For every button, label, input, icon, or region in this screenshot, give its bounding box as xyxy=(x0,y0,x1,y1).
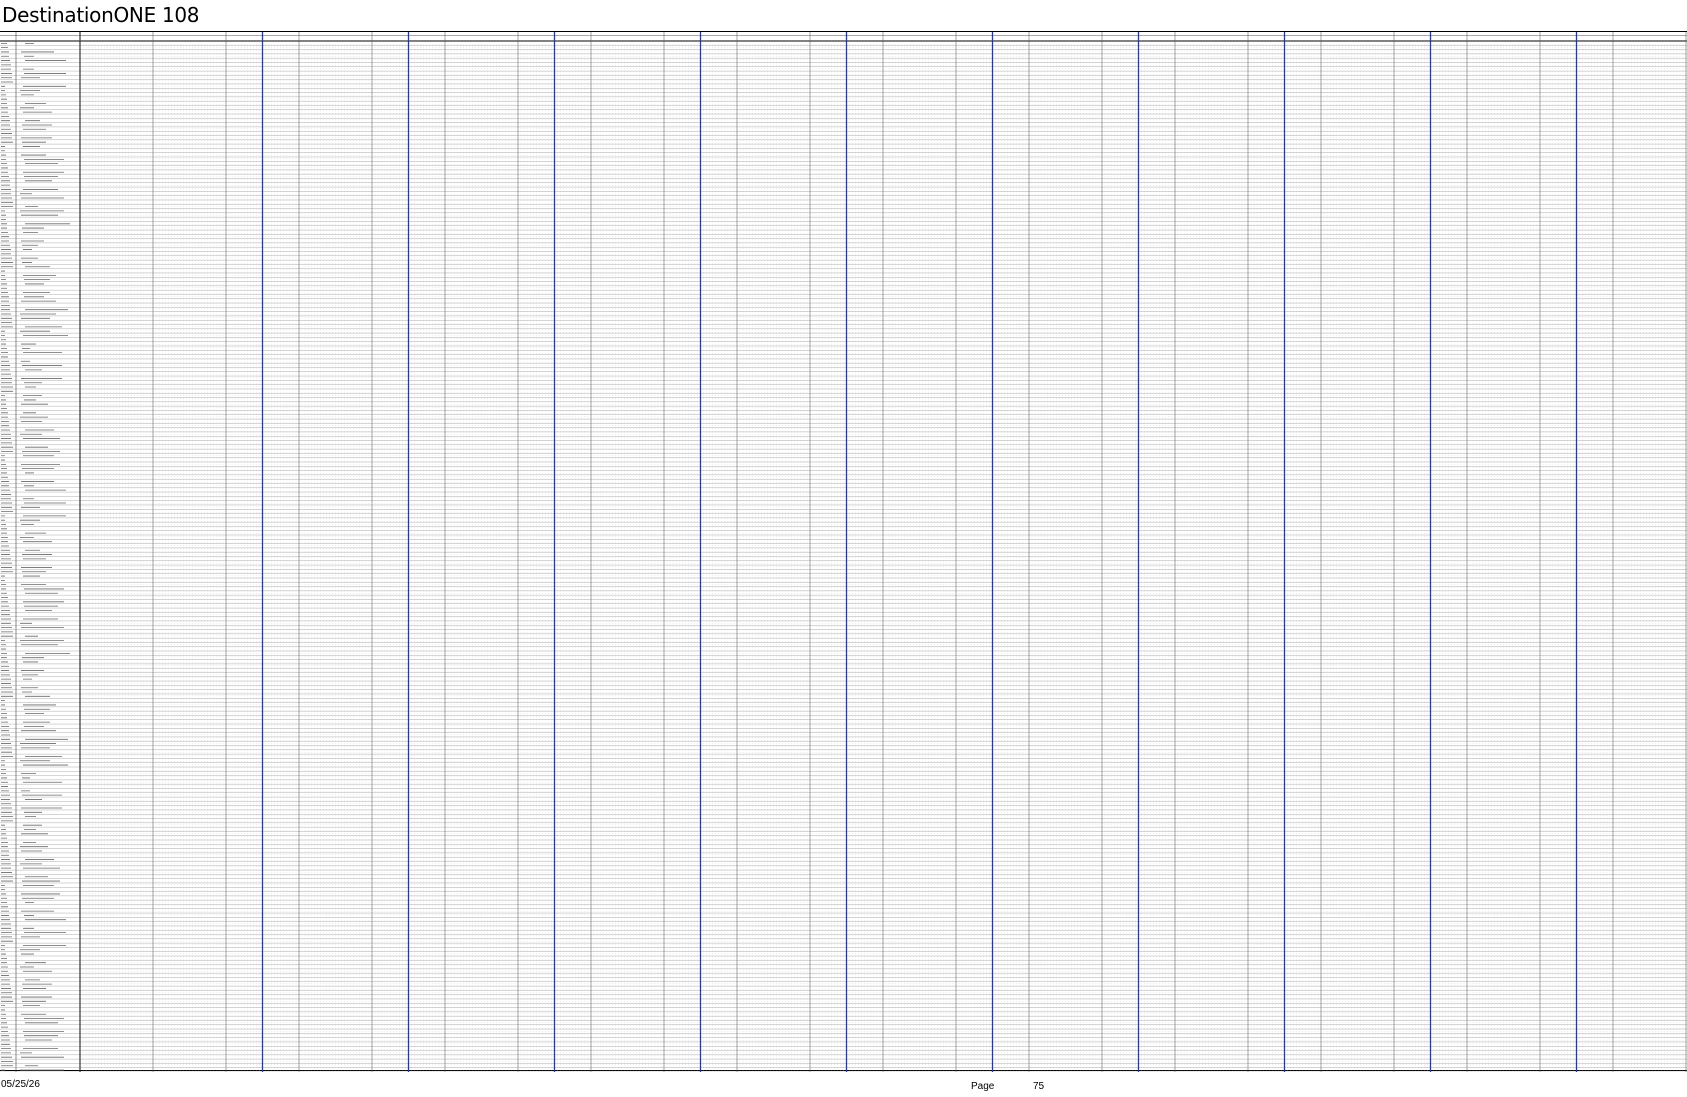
group-lines xyxy=(79,32,1687,1072)
page-footer: 05/25/26 Page 75 xyxy=(0,1076,1687,1094)
footer-page-number: 75 xyxy=(1033,1081,1045,1092)
footer-page-label: Page xyxy=(971,1081,995,1092)
row-label-marks xyxy=(1,42,70,1071)
page-title: DestinationONE 108 xyxy=(2,3,200,27)
schedule-grid xyxy=(0,32,1687,1072)
schedule-sheet xyxy=(0,31,1687,1072)
footer-date: 05/25/26 xyxy=(1,1079,40,1090)
